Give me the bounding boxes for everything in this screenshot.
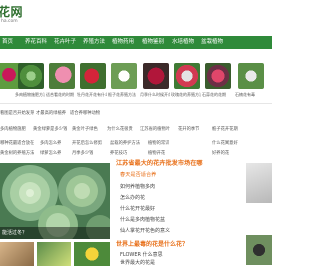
hero-image[interactable]: 能活过冬？ xyxy=(0,163,110,239)
nav-item-potted[interactable]: 盆栽植物 xyxy=(201,36,223,49)
thumbnail-caption[interactable]: 多肉植物施肥方法 xyxy=(15,92,45,98)
thumbnail-image[interactable] xyxy=(18,63,44,89)
article-link[interactable]: 适合养哪种动物 xyxy=(70,110,100,116)
thumbnail-image[interactable] xyxy=(238,63,264,89)
thumbnail-image[interactable] xyxy=(80,63,106,89)
article-link[interactable]: 绿萝怎么养 xyxy=(40,150,61,156)
main-nav: 首页 养花百科 花卉叶子 养殖方法 植物药用 植物鉴别 水培植物 盆栽植物 xyxy=(0,36,272,49)
thumbnail-caption[interactable]: 牡丹花开花有什么 xyxy=(77,92,107,98)
article-link[interactable]: 盆栽的养护方法 xyxy=(110,140,140,146)
nav-item-medicinal[interactable]: 植物药用 xyxy=(112,36,134,49)
nav-item-leaves[interactable]: 花卉叶子 xyxy=(54,36,76,49)
sidebar-item[interactable]: 怎么办的花 xyxy=(120,194,145,201)
strip-image[interactable] xyxy=(74,242,110,266)
article-link[interactable]: 植物的常识 xyxy=(148,140,169,146)
sidebar-item[interactable]: 什么花开花最好 xyxy=(120,205,155,212)
thumbnail-gallery: 花 多肉植物施肥方法 适合看花的时期 牡丹花开花有什么 栀子花养殖方法 月季什么… xyxy=(0,63,272,101)
article-link[interactable]: 多肉植物施肥 xyxy=(0,126,26,132)
sidebar-headline-2[interactable]: 世界上最毒的花是什么花？ xyxy=(116,239,188,248)
article-sidebar: 江苏省最大的花卉批发市场在哪 春天是否适合养 如何养植物多肉 怎么办的花 什么花… xyxy=(116,156,236,266)
link-row: 哪种花最适合放在 多肉怎么养 开花后怎么修剪 盆栽的养护方法 植物的常识 什么花… xyxy=(0,140,272,148)
sidebar-headline[interactable]: 江苏省最大的花卉批发市场在哪 xyxy=(116,158,203,167)
article-link[interactable]: 多肉怎么养 xyxy=(40,140,61,146)
thumbnail-caption[interactable]: 适合看花的时期 xyxy=(46,92,76,98)
thumbnail-caption[interactable]: 月季什么时候开花 xyxy=(140,92,170,98)
side-image[interactable] xyxy=(246,235,272,265)
article-link[interactable]: 花开的季节 xyxy=(178,126,199,132)
strip-image[interactable] xyxy=(37,242,71,266)
nav-item-hydroponic[interactable]: 水培植物 xyxy=(172,36,194,49)
article-link[interactable]: 黄金叶子绿色 xyxy=(72,126,98,132)
divider xyxy=(0,103,272,104)
link-row: 多肉植物施肥 黄金绿萝是多少钱 黄金叶子绿色 为什么花很贵 江苏省的植物叶 花开… xyxy=(0,126,272,134)
article-link[interactable]: 看图是否开始发芽 xyxy=(0,110,34,116)
article-link[interactable]: 开花后怎么修剪 xyxy=(72,140,102,146)
thumbnail-image[interactable] xyxy=(49,63,75,89)
article-link[interactable]: 什么花寓意好 xyxy=(212,140,238,146)
nav-item-home[interactable]: 首页 xyxy=(2,36,13,49)
strip-image[interactable] xyxy=(0,242,34,266)
thumbnail-caption[interactable]: 石蒜花的花期 xyxy=(202,92,232,98)
hero-caption[interactable]: 能活过冬？ xyxy=(0,227,110,239)
thumbnail-image[interactable] xyxy=(143,63,169,89)
sidebar-subhead[interactable]: 春天是否适合养 xyxy=(120,171,156,178)
nav-item-care[interactable]: 养殖方法 xyxy=(83,36,105,49)
site-logo[interactable]: 花网 xyxy=(0,3,23,20)
article-link[interactable]: 栀子花开花期 xyxy=(212,126,238,132)
thumbnail-image[interactable] xyxy=(205,63,231,89)
side-image[interactable] xyxy=(246,163,272,203)
sidebar-item[interactable]: 世界最大的花是 xyxy=(120,259,155,266)
article-link[interactable]: 黄金绿萝是多少钱 xyxy=(33,126,67,132)
thumbnail-caption[interactable]: 石楠花有毒 xyxy=(235,92,265,98)
sidebar-item[interactable]: 仙人掌花开花色的意义 xyxy=(120,227,170,234)
right-column xyxy=(246,163,272,266)
article-link[interactable]: 黄金树的养殖方法 xyxy=(0,150,34,156)
thumbnail-caption[interactable]: 栀子花养殖方法 xyxy=(108,92,138,98)
article-link[interactable]: 江苏省的植物叶 xyxy=(140,126,170,132)
article-link[interactable]: 为什么花很贵 xyxy=(107,126,133,132)
article-link[interactable]: 哪种花最适合放在 xyxy=(0,140,34,146)
nav-item-identify[interactable]: 植物鉴别 xyxy=(142,36,164,49)
thumbnail-image[interactable] xyxy=(111,63,137,89)
nav-item-encyclopedia[interactable]: 养花百科 xyxy=(25,36,47,49)
article-link[interactable]: 月季多少钱 xyxy=(72,150,93,156)
sidebar-item[interactable]: FLOWER 什么意思 xyxy=(120,251,163,258)
sidebar-item[interactable]: 什么是多肉植物花盆 xyxy=(120,216,165,223)
link-row: 看图是否开始发芽 才最高的绿植养 适合养哪种动物 xyxy=(0,110,272,118)
site-domain: ha.com xyxy=(1,19,18,24)
header: 花网 ha.com xyxy=(0,0,272,36)
article-link[interactable]: 才最高的绿植养 xyxy=(36,110,66,116)
thumbnail-image[interactable] xyxy=(174,63,200,89)
thumbnail-caption[interactable]: 玫瑰花的养殖方法 xyxy=(171,92,201,98)
sidebar-item[interactable]: 如何养植物多肉 xyxy=(120,183,155,190)
